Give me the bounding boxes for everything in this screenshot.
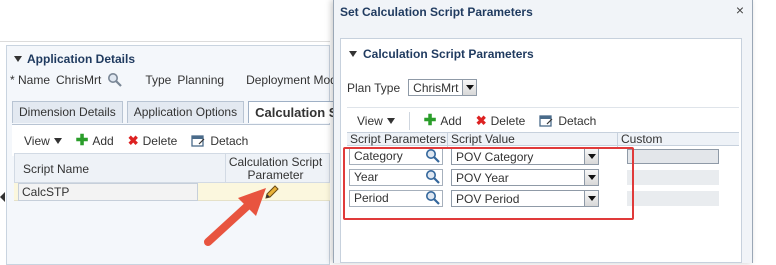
detach-button[interactable]: Detach — [191, 134, 248, 148]
type-label: Type — [145, 73, 172, 87]
name-value: ChrisMrt — [56, 73, 102, 87]
custom-field[interactable] — [627, 149, 719, 164]
custom-field[interactable] — [627, 191, 719, 206]
close-icon[interactable]: × — [736, 2, 744, 18]
plan-type-value: ChrisMrt — [413, 80, 459, 95]
collapse-triangle-icon[interactable] — [349, 51, 357, 57]
delete-label: Delete — [490, 113, 526, 128]
add-icon: ✚ — [423, 111, 437, 129]
detach-icon — [539, 114, 553, 127]
annotation-arrow-icon — [204, 188, 266, 246]
top-strip — [0, 0, 330, 40]
delete-button[interactable]: ✖ Delete — [128, 133, 178, 149]
add-button[interactable]: ✚ Add — [75, 131, 114, 149]
application-details-header[interactable]: Application Details — [14, 52, 135, 66]
search-icon[interactable] — [107, 72, 123, 88]
table-row[interactable]: CalcSTP — [14, 183, 330, 201]
view-label: View — [24, 133, 50, 148]
view-menu[interactable]: View — [24, 134, 62, 148]
collapse-triangle-icon[interactable] — [14, 56, 22, 62]
detach-icon — [191, 134, 205, 147]
add-label: Add — [440, 113, 462, 128]
plan-type-label: Plan Type — [347, 80, 401, 95]
column-divider — [447, 133, 448, 147]
chevron-down-icon — [53, 137, 62, 144]
grid-header: Script Parameters Script Value Custom — [347, 132, 739, 147]
application-details-title: Application Details — [27, 52, 136, 66]
tab-dimension-details[interactable]: Dimension Details — [12, 101, 123, 123]
name-label: * Name — [10, 73, 51, 87]
splitter-handle[interactable] — [0, 192, 5, 202]
set-calculation-script-parameters-dialog: Set Calculation Script Parameters × Calc… — [333, 0, 753, 263]
column-script-name: Script Name — [23, 162, 90, 176]
section-title: Calculation Script Parameters — [363, 47, 534, 61]
add-label: Add — [92, 133, 114, 148]
background-grid-header: Script Name Calculation Script Parameter — [14, 153, 330, 183]
dialog-title: Set Calculation Script Parameters — [340, 5, 533, 19]
column-custom: Custom — [621, 132, 663, 146]
application-info-row: * Name ChrisMrt Type Planning Deployment… — [10, 72, 358, 88]
column-script-value: Script Value — [451, 132, 515, 146]
divider — [0, 41, 330, 42]
delete-icon: ✖ — [127, 132, 139, 148]
plan-type-row: Plan Type ChrisMrt — [347, 79, 478, 96]
add-icon: ✚ — [75, 131, 89, 149]
view-menu[interactable]: View — [357, 114, 395, 128]
add-button[interactable]: ✚ Add — [423, 111, 462, 129]
tab-application-options[interactable]: Application Options — [126, 101, 245, 123]
detach-button[interactable]: Detach — [539, 114, 596, 128]
chevron-down-icon[interactable] — [462, 80, 477, 95]
type-value: Planning — [177, 73, 225, 87]
detach-label: Detach — [558, 113, 597, 128]
column-calculation-script-parameter-line2: Parameter — [247, 168, 304, 182]
view-label: View — [357, 113, 383, 128]
column-script-parameters: Script Parameters — [350, 132, 447, 146]
background-toolbar: View ✚ Add ✖ Delete Detach — [12, 124, 330, 156]
toolbar-separator — [408, 111, 410, 130]
custom-field[interactable] — [627, 170, 719, 185]
script-name-value: CalcSTP — [22, 185, 70, 199]
delete-icon: ✖ — [475, 112, 487, 128]
dialog-toolbar: View ✚ Add ✖ Delete Detach — [347, 107, 739, 133]
column-calculation-script-parameter: Calculation Script Parameter — [225, 154, 325, 182]
application-tabs: Dimension Details Application Options Ca… — [12, 101, 373, 123]
detach-label: Detach — [210, 133, 249, 148]
highlight-box — [343, 147, 634, 220]
plan-type-select[interactable]: ChrisMrt — [408, 79, 478, 96]
deployment-mode-label: Deployment Mode — [246, 73, 344, 87]
delete-button[interactable]: ✖ Delete — [476, 113, 526, 129]
delete-label: Delete — [142, 133, 178, 148]
chevron-down-icon — [386, 117, 395, 124]
column-divider — [617, 133, 618, 147]
section-header[interactable]: Calculation Script Parameters — [349, 47, 534, 61]
